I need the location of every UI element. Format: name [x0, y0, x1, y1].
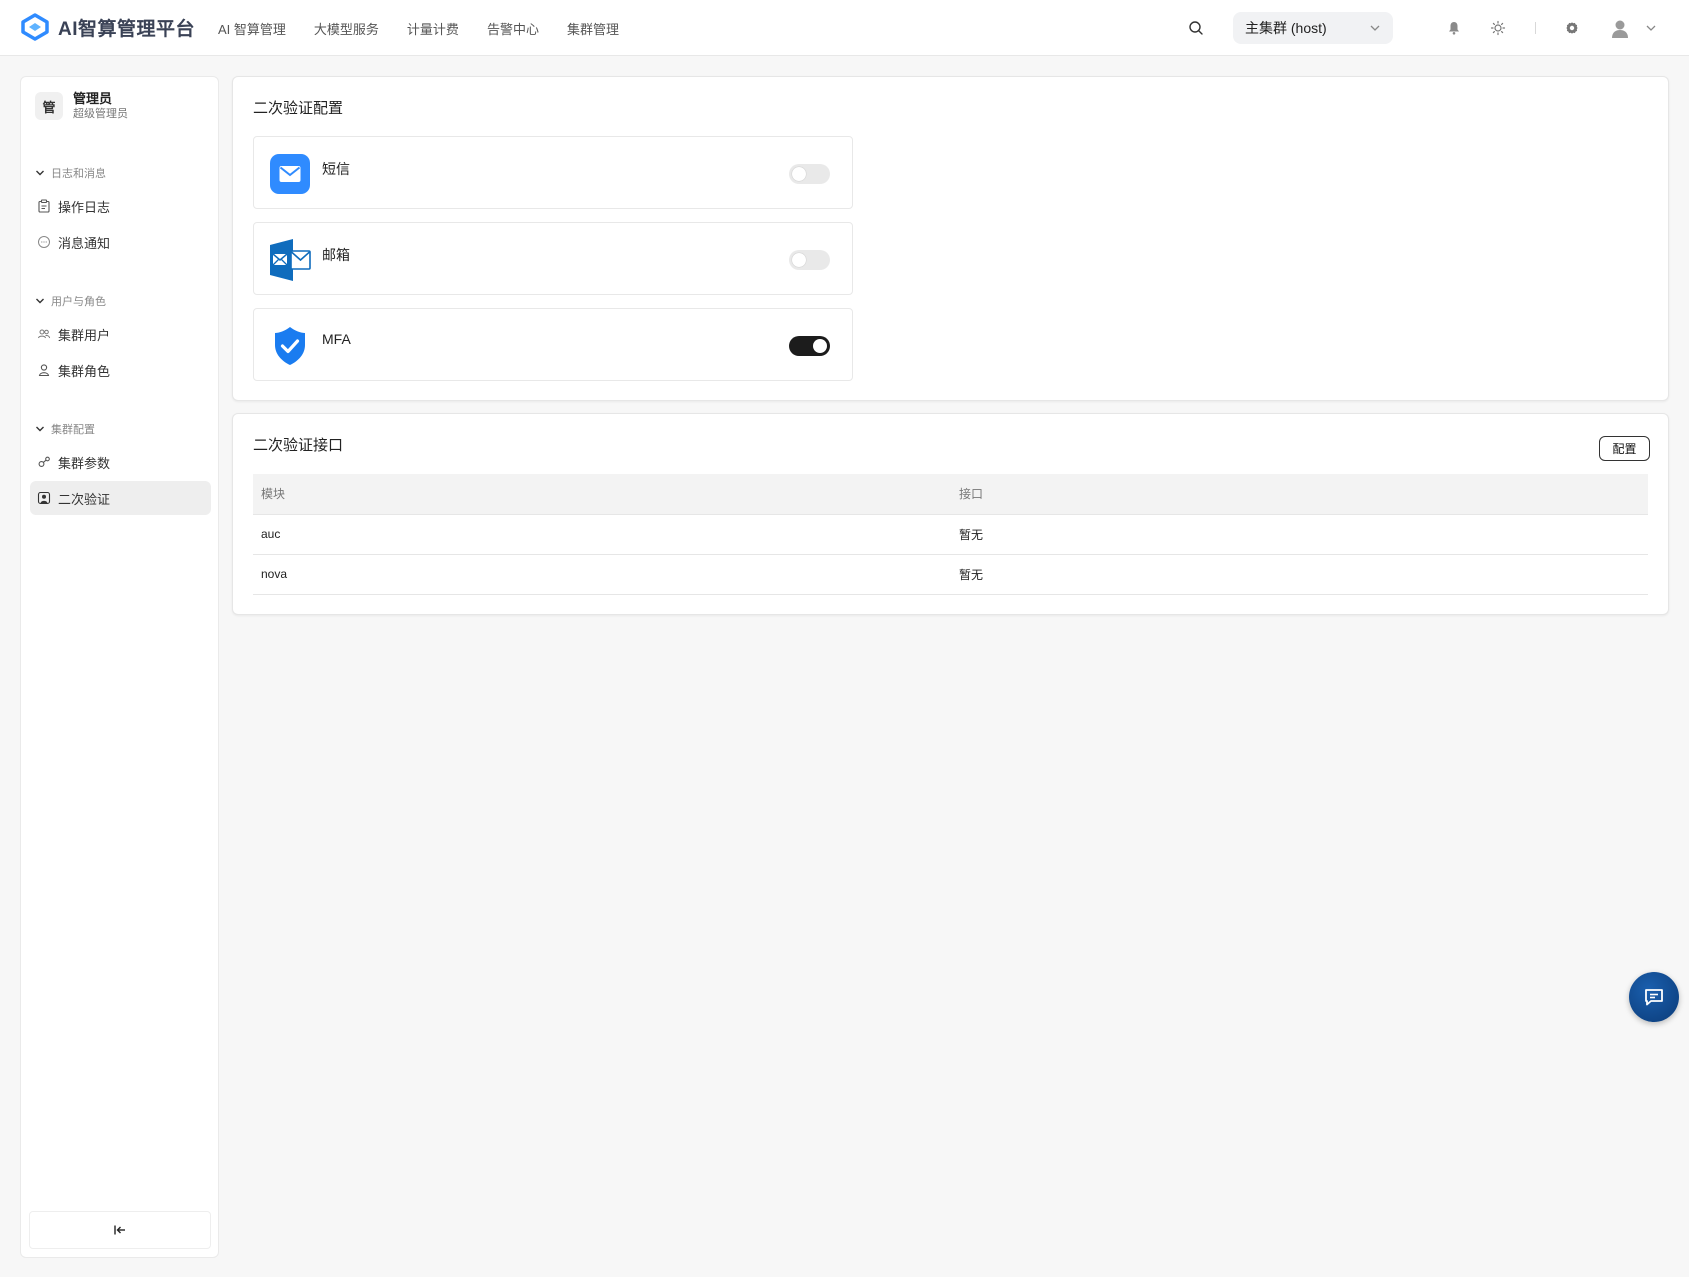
group-title-label: 用户与角色: [51, 296, 106, 308]
mail-icon: [270, 239, 311, 281]
column-header-module: 模块: [253, 474, 951, 515]
sidebar-item-label: 消息通知: [58, 235, 111, 251]
sms-icon: [270, 154, 310, 194]
nav-alert-center[interactable]: 告警中心: [487, 19, 539, 38]
cell-module: nova: [253, 554, 951, 595]
avatar: 管: [35, 92, 63, 120]
users-icon: [36, 326, 52, 342]
user-name: 管理员: [73, 91, 113, 106]
chevron-down-icon: [36, 170, 44, 176]
collapse-left-icon: [114, 1225, 125, 1235]
mfa-toggle[interactable]: [789, 336, 830, 356]
nav-ai-compute[interactable]: AI 智算管理: [218, 19, 286, 38]
cell-module: auc: [253, 514, 951, 555]
column-header-api: 接口: [951, 474, 1648, 515]
top-bar: AI智算管理平台 AI 智算管理 大模型服务 计量计费 告警中心 集群管理 主集…: [0, 0, 1689, 56]
shield-check-icon: [275, 327, 305, 365]
sidebar-item-two-factor[interactable]: 二次验证: [30, 481, 211, 515]
clipboard-icon: [36, 198, 52, 214]
card-title: 二次验证接口: [253, 437, 344, 454]
group-cluster-config[interactable]: 集群配置: [35, 421, 95, 437]
method-label: 短信: [322, 161, 350, 177]
nav-billing[interactable]: 计量计费: [407, 19, 459, 38]
email-toggle[interactable]: [789, 250, 830, 270]
cell-api: 暂无: [951, 514, 1648, 555]
sidebar-item-operation-log[interactable]: 操作日志: [30, 189, 211, 223]
search-icon[interactable]: [1184, 16, 1208, 40]
app-logo-icon: [21, 13, 49, 41]
sidebar-collapse-button[interactable]: [29, 1211, 211, 1249]
sidebar-item-label: 集群用户: [58, 327, 111, 343]
chat-assistant-button[interactable]: [1629, 972, 1679, 1022]
sms-toggle[interactable]: [789, 164, 830, 184]
chat-icon: [1645, 989, 1663, 1006]
verification-config-card: 二次验证配置 短信 邮箱 MFA: [232, 76, 1669, 401]
method-email: 邮箱: [253, 222, 853, 295]
user-role: 超级管理员: [73, 108, 128, 120]
table-row: nova 暂无: [253, 554, 1648, 595]
method-label: MFA: [322, 331, 351, 347]
config-button[interactable]: 配置: [1599, 436, 1650, 461]
toolbar-divider: [1535, 22, 1536, 34]
group-title-label: 集群配置: [51, 424, 95, 436]
nav-cluster-management[interactable]: 集群管理: [567, 19, 619, 38]
table-row: auc 暂无: [253, 514, 1648, 555]
bell-icon[interactable]: [1442, 16, 1466, 40]
chevron-down-icon: [1370, 25, 1380, 31]
sidebar-item-label: 二次验证: [58, 491, 111, 507]
sidebar-item-label: 集群参数: [58, 455, 111, 471]
group-title-label: 日志和消息: [51, 168, 106, 180]
chevron-down-icon: [36, 426, 44, 432]
cluster-select[interactable]: 主集群 (host): [1233, 12, 1393, 44]
method-mfa: MFA: [253, 308, 853, 381]
group-users-roles[interactable]: 用户与角色: [35, 293, 106, 309]
sidebar-item-label: 操作日志: [58, 199, 111, 215]
params-icon: [36, 454, 52, 470]
api-table: 模块 接口 auc 暂无 nova 暂无: [253, 474, 1648, 595]
card-title: 二次验证配置: [253, 100, 344, 117]
sidebar-item-label: 集群角色: [58, 363, 111, 379]
method-label: 邮箱: [322, 247, 350, 263]
user-menu[interactable]: [1609, 16, 1657, 40]
sidebar-item-cluster-params[interactable]: 集群参数: [30, 445, 211, 479]
chevron-down-icon: [1646, 25, 1656, 31]
app-name: AI智算管理平台: [58, 18, 196, 40]
sidebar-item-cluster-users[interactable]: 集群用户: [30, 317, 211, 351]
user-avatar-icon: [1612, 20, 1628, 38]
chevron-down-icon: [36, 298, 44, 304]
brand[interactable]: AI智算管理平台: [20, 12, 195, 42]
method-sms: 短信: [253, 136, 853, 209]
user-card: 管 管理员 超级管理员: [35, 91, 128, 121]
group-logs-messages[interactable]: 日志和消息: [35, 165, 106, 181]
user-shield-icon: [36, 490, 52, 506]
settings-gear-icon[interactable]: [1560, 16, 1584, 40]
sidebar: 管 管理员 超级管理员 日志和消息 操作日志 消息通知 用户与角色 集群用户 集…: [20, 76, 219, 1258]
verification-api-card: 二次验证接口 配置 模块 接口 auc 暂无 nova 暂无: [232, 413, 1669, 615]
sidebar-item-message-notify[interactable]: 消息通知: [30, 225, 211, 259]
cell-api: 暂无: [951, 554, 1648, 595]
table-header-row: 模块 接口: [253, 474, 1648, 515]
user-role-icon: [36, 362, 52, 378]
nav-llm-service[interactable]: 大模型服务: [314, 19, 379, 38]
cluster-select-value: 主集群 (host): [1245, 20, 1327, 36]
top-nav: AI 智算管理 大模型服务 计量计费 告警中心 集群管理: [218, 0, 647, 56]
chat-bubble-icon: [36, 234, 52, 250]
theme-sun-icon[interactable]: [1486, 16, 1510, 40]
sidebar-item-cluster-roles[interactable]: 集群角色: [30, 353, 211, 387]
